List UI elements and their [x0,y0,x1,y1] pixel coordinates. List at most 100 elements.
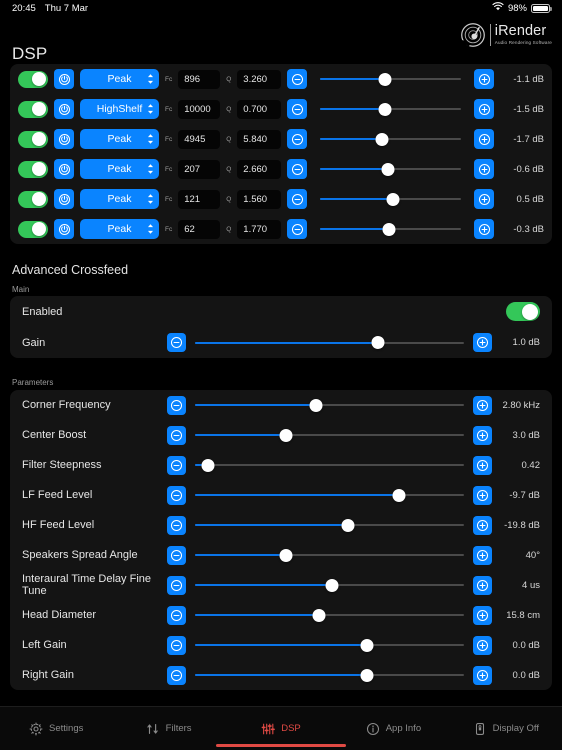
fc-input[interactable]: 4945 [178,129,221,149]
parameter-slider-thumb[interactable] [279,548,293,562]
parameter-slider-thumb[interactable] [392,488,406,502]
filter-gain-thumb[interactable] [381,162,395,176]
filter-gain-increment-button[interactable] [474,69,494,89]
filter-enable-toggle[interactable] [18,190,48,208]
parameter-slider-thumb[interactable] [312,608,326,622]
parameter-increment-button[interactable] [473,455,492,475]
tab-display-off[interactable]: Display Off [450,707,562,750]
filter-reset-button[interactable] [54,219,74,239]
parameter-decrement-button[interactable] [167,515,186,535]
parameter-slider[interactable] [195,575,464,595]
filter-gain-thumb[interactable] [375,132,389,146]
filter-gain-increment-button[interactable] [474,159,494,179]
parameter-slider[interactable] [195,395,464,415]
parameter-slider[interactable] [195,605,464,625]
q-input[interactable]: 2.660 [237,159,282,179]
q-input[interactable]: 0.700 [237,99,282,119]
parameter-decrement-button[interactable] [167,545,186,565]
filter-enable-toggle[interactable] [18,160,48,178]
parameter-decrement-button[interactable] [167,425,186,445]
filter-gain-decrement-button[interactable] [287,189,308,209]
filter-gain-increment-button[interactable] [474,219,494,239]
tab-filters[interactable]: Filters [112,707,224,750]
parameter-slider-thumb[interactable] [309,398,323,412]
parameter-increment-button[interactable] [473,395,492,415]
filter-reset-button[interactable] [54,159,74,179]
filter-gain-thumb[interactable] [382,222,396,236]
filter-reset-button[interactable] [54,189,74,209]
filter-gain-increment-button[interactable] [474,99,494,119]
tab-dsp[interactable]: DSP [216,707,347,750]
q-input[interactable]: 5.840 [237,129,282,149]
parameter-decrement-button[interactable] [167,605,186,625]
parameter-increment-button[interactable] [473,485,492,505]
parameter-increment-button[interactable] [473,635,492,655]
filter-gain-increment-button[interactable] [474,129,494,149]
parameter-slider[interactable] [195,455,464,475]
filter-gain-decrement-button[interactable] [287,129,308,149]
parameter-decrement-button[interactable] [167,635,186,655]
parameter-decrement-button[interactable] [167,575,186,595]
filter-enable-toggle[interactable] [18,100,48,118]
parameter-slider[interactable] [195,545,464,565]
filter-reset-button[interactable] [54,99,74,119]
crossfeed-enabled-toggle[interactable] [506,302,540,321]
parameter-increment-button[interactable] [473,545,492,565]
filter-gain-slider[interactable] [320,129,461,149]
parameter-increment-button[interactable] [473,425,492,445]
filter-type-select[interactable]: Peak [80,69,159,89]
parameter-slider-thumb[interactable] [360,668,374,682]
parameter-slider-thumb[interactable] [325,578,339,592]
fc-input[interactable]: 10000 [178,99,221,119]
gain-slider-thumb[interactable] [371,336,385,349]
parameter-slider[interactable] [195,665,464,685]
filter-reset-button[interactable] [54,69,74,89]
parameter-increment-button[interactable] [473,605,492,625]
filter-gain-decrement-button[interactable] [287,99,308,119]
filter-type-select[interactable]: Peak [80,189,159,209]
fc-input[interactable]: 207 [178,159,221,179]
filter-reset-button[interactable] [54,129,74,149]
parameter-decrement-button[interactable] [167,395,186,415]
filter-type-select[interactable]: Peak [80,159,159,179]
filter-gain-decrement-button[interactable] [287,69,308,89]
filter-gain-thumb[interactable] [386,192,400,206]
filter-enable-toggle[interactable] [18,130,48,148]
filter-gain-thumb[interactable] [378,102,392,116]
filter-gain-slider[interactable] [320,219,461,239]
filter-gain-slider[interactable] [320,69,461,89]
q-input[interactable]: 1.560 [237,189,282,209]
gain-increment-button[interactable] [473,333,492,352]
fc-input[interactable]: 121 [178,189,221,209]
filter-gain-slider[interactable] [320,189,461,209]
filter-gain-slider[interactable] [320,159,461,179]
filter-type-select[interactable]: HighShelf [80,99,159,119]
filter-gain-slider[interactable] [320,99,461,119]
filter-enable-toggle[interactable] [18,220,48,238]
parameter-slider[interactable] [195,485,464,505]
parameter-slider[interactable] [195,425,464,445]
parameter-slider[interactable] [195,515,464,535]
fc-input[interactable]: 896 [178,69,221,89]
filter-enable-toggle[interactable] [18,70,48,88]
filter-type-select[interactable]: Peak [80,129,159,149]
parameter-increment-button[interactable] [473,665,492,685]
parameter-decrement-button[interactable] [167,665,186,685]
fc-input[interactable]: 62 [178,219,221,239]
parameter-slider-thumb[interactable] [279,428,293,442]
parameter-increment-button[interactable] [473,575,492,595]
tab-settings[interactable]: Settings [0,707,112,750]
gain-decrement-button[interactable] [167,333,186,352]
parameter-decrement-button[interactable] [167,455,186,475]
parameter-decrement-button[interactable] [167,485,186,505]
parameter-slider-thumb[interactable] [341,518,355,532]
filter-gain-decrement-button[interactable] [287,159,308,179]
parameter-increment-button[interactable] [473,515,492,535]
tab-app-info[interactable]: App Info [337,707,449,750]
parameter-slider[interactable] [195,635,464,655]
q-input[interactable]: 3.260 [237,69,282,89]
filter-gain-decrement-button[interactable] [287,219,308,239]
parameter-slider-thumb[interactable] [201,458,215,472]
filter-gain-thumb[interactable] [378,72,392,86]
filter-type-select[interactable]: Peak [80,219,159,239]
